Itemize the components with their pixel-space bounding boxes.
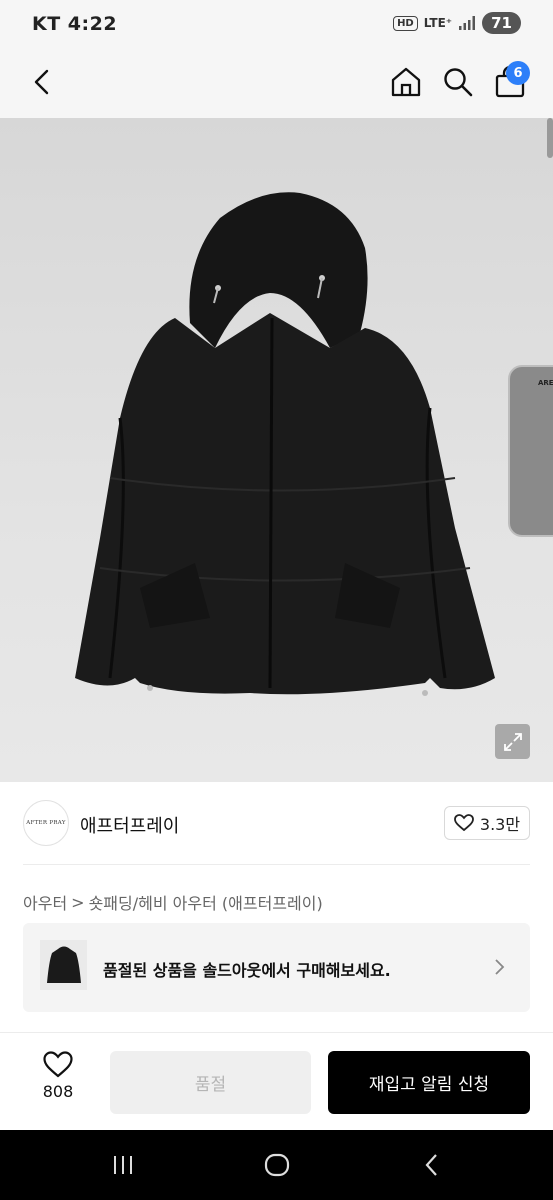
product-image-carousel[interactable] — [0, 118, 553, 782]
heart-outline-icon — [43, 1051, 73, 1078]
purchase-action-bar: 808 품절 재입고 알림 신청 — [0, 1032, 553, 1130]
back-button[interactable] — [22, 62, 62, 102]
breadcrumb-separator: > — [71, 892, 85, 912]
puffer-jacket-image — [75, 192, 495, 696]
breadcrumb-subcategory[interactable]: 숏패딩/헤비 아우터 (애프터프레이) — [89, 890, 323, 914]
search-button[interactable] — [438, 60, 478, 104]
recent-apps-icon — [114, 1156, 132, 1174]
cart-count-badge: 6 — [506, 61, 530, 85]
search-icon — [444, 68, 473, 97]
restock-alert-button[interactable]: 재입고 알림 신청 — [328, 1051, 530, 1114]
jacket-thumbnail-icon — [46, 946, 81, 983]
scrollbar[interactable] — [547, 118, 553, 158]
brand-like-count: 3.3만 — [479, 815, 521, 834]
back-arrow-icon — [425, 1154, 437, 1176]
status-bar: KT 4:22 HD LTE⁺ 71 — [0, 0, 553, 50]
banner-product-thumbnail — [40, 940, 87, 990]
divider — [23, 864, 530, 865]
side-preview-thumbnail[interactable]: AREA — [508, 365, 553, 537]
brand-name[interactable]: 애프터프레이 — [80, 812, 179, 838]
expand-image-button[interactable] — [495, 724, 530, 759]
expand-icon — [503, 732, 522, 751]
hd-voice-icon: HD — [393, 15, 418, 31]
home-icon — [391, 67, 421, 97]
recent-apps-button[interactable] — [103, 1148, 143, 1182]
back-nav-button[interactable] — [412, 1148, 452, 1182]
home-nav-button[interactable] — [257, 1148, 297, 1182]
wishlist-count: 808 — [42, 1082, 74, 1101]
heart-outline-icon — [454, 814, 474, 832]
wishlist-button[interactable]: 808 — [30, 1051, 86, 1113]
battery-indicator: 71 — [482, 12, 521, 34]
chevron-left-icon — [34, 69, 49, 95]
home-button[interactable] — [386, 60, 426, 104]
signal-icon — [459, 16, 476, 30]
home-circle-icon — [264, 1153, 290, 1177]
brand-logo-text: AFTER PRAY — [26, 820, 66, 826]
lte-indicator: LTE⁺ — [423, 16, 453, 30]
breadcrumb-category[interactable]: 아우터 — [23, 890, 67, 914]
breadcrumb: 아우터 > 숏패딩/헤비 아우터 (애프터프레이) — [23, 890, 323, 914]
brand-logo[interactable]: AFTER PRAY — [23, 800, 69, 846]
preview-brand-label: AREA — [538, 379, 553, 387]
soldout-button[interactable]: 품절 — [110, 1051, 311, 1114]
app-header: 6 — [0, 50, 553, 118]
status-icons: HD LTE⁺ 71 — [393, 12, 521, 34]
soldout-promo-banner[interactable]: 품절된 상품을 솔드아웃에서 구매해보세요. — [23, 923, 530, 1012]
chevron-right-icon — [495, 959, 505, 975]
banner-text: 품절된 상품을 솔드아웃에서 구매해보세요. — [103, 961, 391, 980]
system-navigation-bar — [0, 1130, 553, 1200]
carrier-time: KT 4:22 — [32, 13, 118, 35]
brand-like-button[interactable]: 3.3만 — [444, 806, 530, 840]
